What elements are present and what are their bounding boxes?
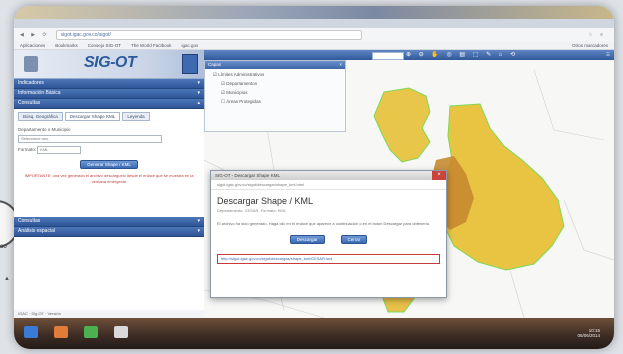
taskbar-clock: 10:15 05/06/2014 bbox=[577, 328, 600, 338]
bookmark-item[interactable]: Bookmarks bbox=[55, 43, 78, 48]
layer-item[interactable]: ☑ Departamentos bbox=[221, 81, 345, 87]
format-label: Formato: bbox=[18, 147, 37, 152]
layer-item[interactable]: ☐ Áreas Protegidas bbox=[221, 99, 345, 105]
decorative-arrow-icon: ▲ bbox=[4, 276, 10, 282]
institution-logo-icon bbox=[182, 54, 198, 74]
warning-text: IMPORTANTE: una vez generado el archivo … bbox=[24, 173, 194, 184]
section-label: Consultas bbox=[18, 100, 41, 106]
chevron-down-icon: ▾ bbox=[197, 228, 200, 234]
start-icon[interactable] bbox=[24, 326, 38, 338]
layers-header: Capas × bbox=[205, 61, 345, 69]
taskbar-app-icon[interactable] bbox=[54, 326, 68, 338]
decorative-label: oo bbox=[0, 244, 7, 250]
chevron-up-icon: ▴ bbox=[197, 100, 200, 106]
section-indicadores[interactable]: Indicadores ▾ bbox=[14, 79, 204, 89]
app-title: SIG-OT bbox=[84, 54, 137, 71]
section-label: Consultas bbox=[18, 218, 41, 224]
address-bar[interactable]: sigot.igac.gov.co/sigot/ bbox=[55, 29, 362, 40]
close-button[interactable]: Cerrar bbox=[340, 235, 368, 244]
tab-leyenda[interactable]: Leyenda bbox=[122, 112, 150, 121]
map-search-input[interactable] bbox=[372, 52, 404, 60]
layer-item[interactable]: ☑ Municipios bbox=[221, 90, 345, 96]
dialog-title: SIG-OT - Descargar Shape KML bbox=[215, 173, 280, 178]
location-select[interactable]: Seleccione uno bbox=[18, 135, 162, 143]
close-icon[interactable]: × bbox=[339, 61, 342, 69]
nav-buttons-icon[interactable]: ◀ ▶ ⟳ bbox=[20, 32, 50, 38]
bookmark-item[interactable]: The World Factbook bbox=[131, 43, 171, 48]
format-select[interactable]: KML bbox=[37, 146, 82, 154]
taskbar-app-icon[interactable] bbox=[84, 326, 98, 338]
field-label: Departamento o Municipio bbox=[18, 127, 71, 132]
map-user-icon[interactable]: ☰ bbox=[606, 52, 610, 58]
dialog-url: sigot.igac.gov.co/sigot/descargar/shape_… bbox=[211, 180, 446, 190]
layer-label: Límites Administrativos bbox=[218, 72, 265, 77]
sidebar-header: SIG-OT bbox=[14, 50, 204, 79]
dialog-body: El archivo ha sido generado. Haga clic e… bbox=[217, 221, 431, 226]
dialog-subtitle: Departamento: CESAR, Formato: KML bbox=[217, 208, 286, 213]
bookmark-item[interactable]: igac.gov bbox=[181, 43, 198, 48]
taskbar: 10:15 05/06/2014 bbox=[14, 318, 614, 349]
download-button[interactable]: Descargar bbox=[289, 235, 325, 244]
tab-busqueda[interactable]: Búsq. Geográfica bbox=[18, 112, 63, 121]
map-toolbar: ⊕ ⊖ ✋ ◎ ▤ ⬚ ✎ ⌂ ⟲ ☰ bbox=[204, 50, 614, 60]
section-label: Información Básica bbox=[18, 90, 61, 96]
map-tool-icons[interactable]: ⊕ ⊖ ✋ ◎ ▤ ⬚ ✎ ⌂ ⟲ bbox=[406, 51, 518, 58]
screenshot-frame: ◀ ▶ ⟳ sigot.igac.gov.co/sigot/ ☆ ≡ Aplic… bbox=[14, 6, 614, 349]
section-consultas-2[interactable]: Consultas ▾ bbox=[14, 217, 204, 227]
chevron-down-icon: ▾ bbox=[197, 80, 200, 86]
section-consultas[interactable]: Consultas ▴ bbox=[14, 99, 204, 109]
chevron-down-icon: ▾ bbox=[197, 90, 200, 96]
download-link[interactable]: http://sigot.igac.gov.co/sigot/descargas… bbox=[217, 254, 440, 264]
section-label: Indicadores bbox=[18, 80, 44, 86]
browser-tabstrip bbox=[14, 19, 614, 28]
download-dialog: SIG-OT - Descargar Shape KML × sigot.iga… bbox=[210, 170, 447, 298]
close-icon[interactable]: × bbox=[432, 171, 446, 180]
region-yellow-north[interactable] bbox=[373, 87, 431, 163]
clock-date: 05/06/2014 bbox=[577, 333, 600, 338]
layers-panel: Capas × ☑ Límites Administrativos ☑ Depar… bbox=[204, 60, 346, 132]
download-panel: Búsq. Geográfica Descargar Shape KML Ley… bbox=[14, 109, 204, 188]
menu-icon[interactable]: ☆ ≡ bbox=[588, 32, 606, 38]
dialog-titlebar: SIG-OT - Descargar Shape KML × bbox=[211, 171, 446, 180]
section-label: Análisis espacial bbox=[18, 228, 55, 234]
sidebar-bottom-sections: Consultas ▾ Análisis espacial ▾ bbox=[14, 217, 204, 237]
browser-toolbar: ◀ ▶ ⟳ sigot.igac.gov.co/sigot/ ☆ ≡ bbox=[14, 28, 614, 42]
layer-label: Departamentos bbox=[226, 81, 258, 86]
layers-title: Capas bbox=[208, 62, 222, 67]
layer-item[interactable]: ☑ Límites Administrativos bbox=[213, 72, 345, 78]
generate-button[interactable]: Generar Shape / KML bbox=[80, 160, 138, 169]
bookmark-item[interactable]: Aplicaciones bbox=[20, 43, 45, 48]
sidebar-footer: IGAC · Sig-OT · Versión bbox=[14, 310, 208, 318]
tab-descargar[interactable]: Descargar Shape KML bbox=[64, 112, 121, 121]
section-informacion-basica[interactable]: Información Básica ▾ bbox=[14, 89, 204, 99]
section-analisis[interactable]: Análisis espacial ▾ bbox=[14, 227, 204, 237]
taskbar-app-icon[interactable] bbox=[114, 326, 128, 338]
coat-of-arms-icon bbox=[24, 56, 38, 72]
layer-label: Áreas Protegidas bbox=[226, 99, 261, 104]
layer-label: Municipios bbox=[226, 90, 248, 95]
bookmark-item[interactable]: Consejo SIG-OT bbox=[88, 43, 121, 48]
dialog-actions: Descargar Cerrar bbox=[211, 235, 446, 244]
dialog-heading: Descargar Shape / KML bbox=[217, 196, 314, 206]
sidebar: SIG-OT Indicadores ▾ Información Básica ▾ … bbox=[14, 50, 208, 318]
app-area: SIG-OT Indicadores ▾ Información Básica ▾ … bbox=[14, 50, 614, 318]
bookmarks-bar: Aplicaciones Bookmarks Consejo SIG-OT Th… bbox=[14, 41, 614, 50]
subtabs: Búsq. Geográfica Descargar Shape KML Ley… bbox=[18, 112, 200, 121]
other-bookmarks[interactable]: Otros marcadores bbox=[572, 43, 608, 48]
chevron-down-icon: ▾ bbox=[197, 218, 200, 224]
